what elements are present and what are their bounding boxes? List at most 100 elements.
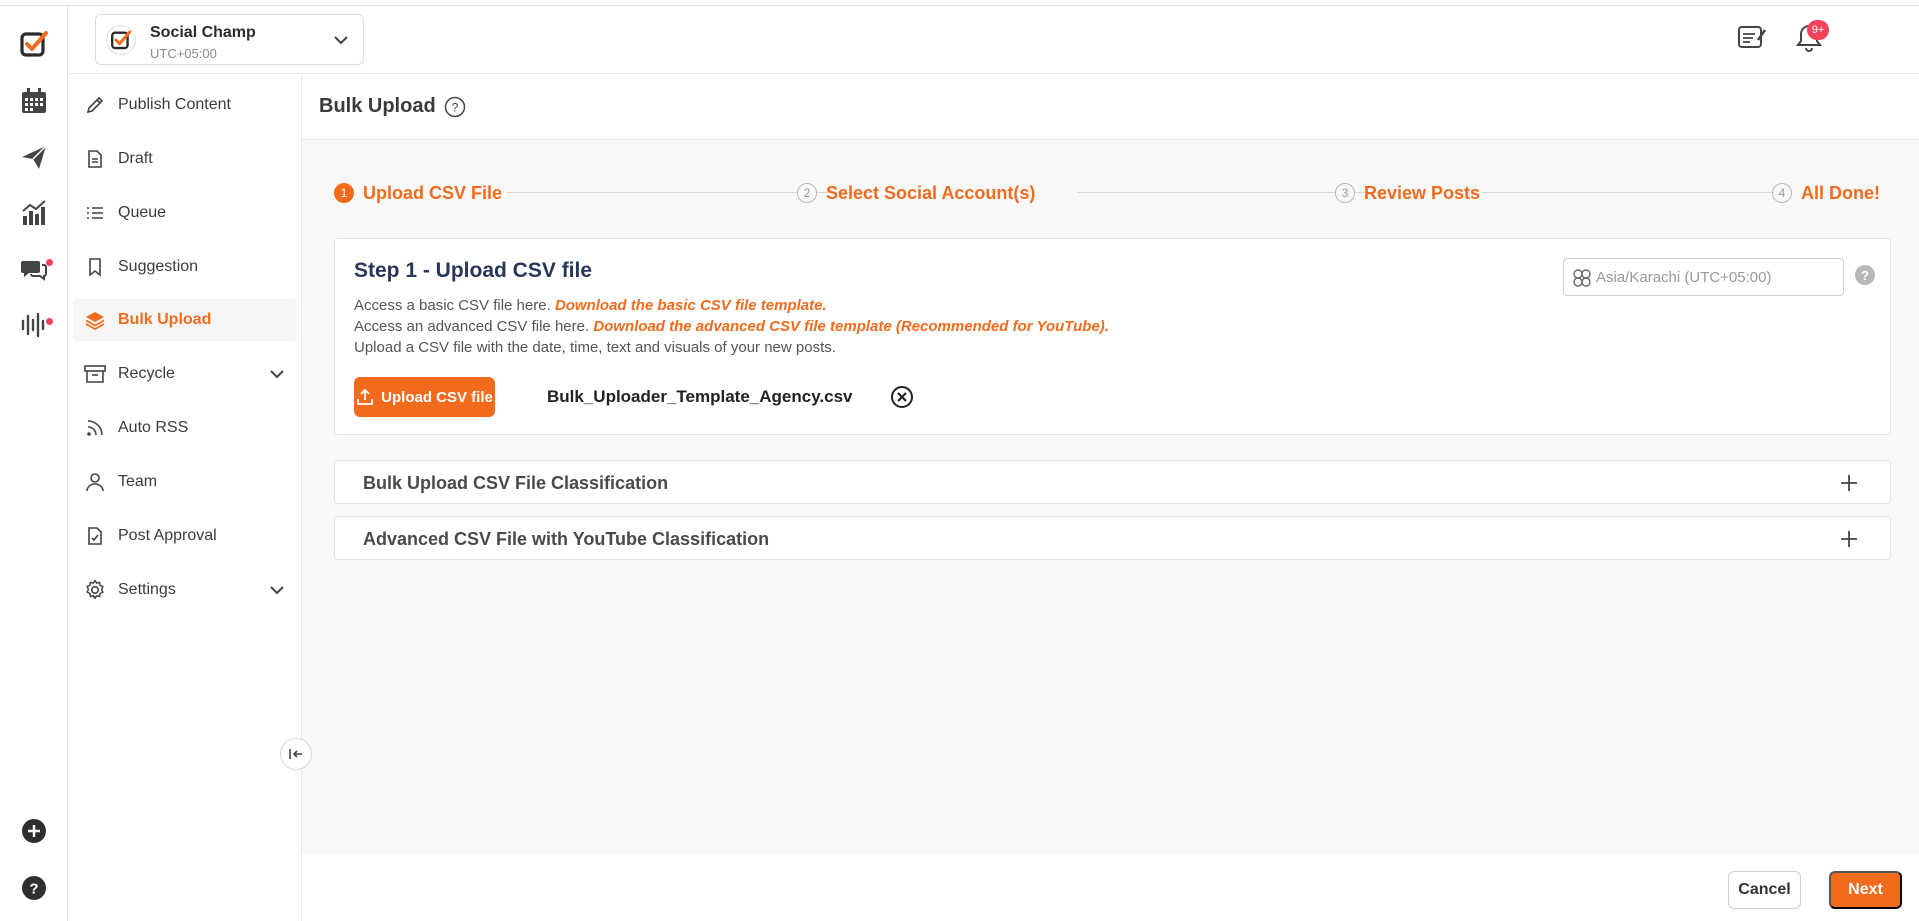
archive-icon [84,363,106,385]
engage-chat-icon[interactable] [18,253,50,285]
upload-instructions: Upload a CSV file with the date, time, t… [354,339,836,356]
timezone-value: Asia/Karachi (UTC+05:00) [1596,269,1772,286]
upload-stepper: 1 Upload CSV File 2 Select Social Accoun… [332,178,1902,208]
step-number: 2 [797,183,817,203]
basic-template-line: Access a basic CSV file here. Download t… [354,297,827,314]
collapse-left-icon [289,749,302,759]
listening-wave-icon[interactable] [18,309,50,341]
workspace-switcher[interactable]: Social Champ UTC+05:00 [95,14,364,65]
help-circle-icon[interactable]: ? [18,872,50,904]
plus-icon [1841,531,1857,547]
chevron-down-icon [270,586,284,595]
step-label: All Done! [1801,182,1880,203]
action-footer: Cancel Next [302,853,1919,921]
sidebar-item-label: Bulk Upload [118,311,212,328]
upload-icon [357,388,374,405]
engage-notification-dot [46,259,53,266]
sidebar-item-post-approval[interactable]: Post Approval [73,515,297,557]
next-button[interactable]: Next [1829,871,1902,909]
bulk-upload-classification-accordion[interactable]: Bulk Upload CSV File Classification [334,460,1891,504]
sidebar-item-suggestion[interactable]: Suggestion [73,246,297,288]
step-number: 1 [334,183,354,203]
accordion-label: Advanced CSV File with YouTube Classific… [363,529,770,549]
plus-icon [1841,475,1857,491]
sidebar-item-publish-content[interactable]: Publish Content [73,84,297,126]
sidebar-item-label: Settings [118,581,176,598]
step-label: Upload CSV File [363,182,503,203]
timezone-select[interactable]: Asia/Karachi (UTC+05:00) [1563,258,1844,296]
upload-csv-label: Upload CSV file [381,388,493,406]
step-all-done[interactable]: 4 All Done! [1772,178,1880,208]
chevron-down-icon [334,36,348,45]
main-content: Bulk Upload ? 1 Upload CSV File 2 Select… [302,75,1919,853]
advanced-template-line: Access an advanced CSV file here. Downlo… [354,318,1109,335]
step-review-posts[interactable]: 3 Review Posts [1335,178,1480,208]
chevron-down-icon [270,370,284,379]
sidebar-item-settings[interactable]: Settings [73,569,297,611]
step-connector [1482,192,1782,193]
workspace-timezone: UTC+05:00 [150,46,217,61]
sidebar-item-label: Recycle [118,365,175,382]
sidebar-item-label: Suggestion [118,258,199,275]
listening-notification-dot [46,318,53,325]
sidebar-item-bulk-upload[interactable]: Bulk Upload [73,299,297,341]
timezone-help-icon[interactable]: ? [1855,265,1875,285]
approval-doc-icon [84,525,106,547]
social-champ-logo-icon[interactable] [18,28,50,60]
notification-count-badge: 9+ [1807,20,1829,40]
sidebar-item-recycle[interactable]: Recycle [73,353,297,395]
send-icon[interactable] [18,141,50,173]
sidebar-item-auto-rss[interactable]: Auto RSS [73,407,297,449]
page-header: Bulk Upload ? [302,75,1919,140]
download-basic-template-link[interactable]: Download the basic CSV file template. [555,297,827,314]
step-label: Select Social Account(s) [826,182,1036,203]
collapse-sidebar-button[interactable] [280,738,312,770]
sidebar-item-label: Draft [118,150,153,167]
upload-csv-button[interactable]: Upload CSV file [354,377,495,417]
calendar-icon[interactable] [18,85,50,117]
bookmark-icon [84,256,106,278]
step-number: 3 [1335,183,1355,203]
remove-file-icon[interactable] [890,385,914,409]
add-circle-icon[interactable] [18,815,50,847]
sidebar-item-label: Auto RSS [118,419,189,436]
advanced-youtube-classification-accordion[interactable]: Advanced CSV File with YouTube Classific… [334,516,1891,560]
workspace-name: Social Champ [150,24,256,41]
card-title: Step 1 - Upload CSV file [354,259,593,282]
sidebar-item-label: Post Approval [118,527,217,544]
basic-template-text: Access a basic CSV file here. [354,297,551,314]
compose-note-icon[interactable] [1735,21,1769,55]
sidebar-item-team[interactable]: Team [73,461,297,503]
sidebar-item-draft[interactable]: Draft [73,138,297,180]
rss-icon [84,417,106,439]
sidebar-item-label: Queue [118,204,167,221]
page-title: Bulk Upload [319,95,436,117]
list-icon [84,202,106,224]
svg-text:?: ? [29,881,38,898]
sidebar-item-label: Team [118,473,158,490]
step-number: 4 [1772,183,1792,203]
upload-csv-card: Step 1 - Upload CSV file Access a basic … [334,238,1891,435]
accordion-label: Bulk Upload CSV File Classification [363,473,669,493]
gear-icon [84,579,106,601]
step-upload-csv[interactable]: 1 Upload CSV File [334,178,502,208]
pencil-icon [84,94,106,116]
cancel-button[interactable]: Cancel [1728,871,1801,909]
analytics-icon[interactable] [18,197,50,229]
top-header: Social Champ UTC+05:00 [68,6,1919,74]
step-label: Review Posts [1364,182,1481,203]
sidebar-item-label: Publish Content [118,96,231,113]
question-circle-icon[interactable]: ? [444,96,466,118]
user-icon [84,471,106,493]
advanced-template-text: Access an advanced CSV file here. [354,318,590,335]
selected-file-name: Bulk_Uploader_Template_Agency.csv [547,387,853,406]
document-icon [84,148,106,170]
workspace-logo-icon [106,25,136,55]
main-sidebar: Publish Content Draft Queue Suggestion B… [68,75,302,921]
sidebar-item-queue[interactable]: Queue [73,192,297,234]
step-select-accounts[interactable]: 2 Select Social Account(s) [797,178,1035,208]
layers-icon [84,309,106,331]
app-icon-rail: ? [0,6,68,921]
globe-icon [1573,269,1591,287]
download-advanced-template-link[interactable]: Download the advanced CSV file template … [593,318,1109,335]
